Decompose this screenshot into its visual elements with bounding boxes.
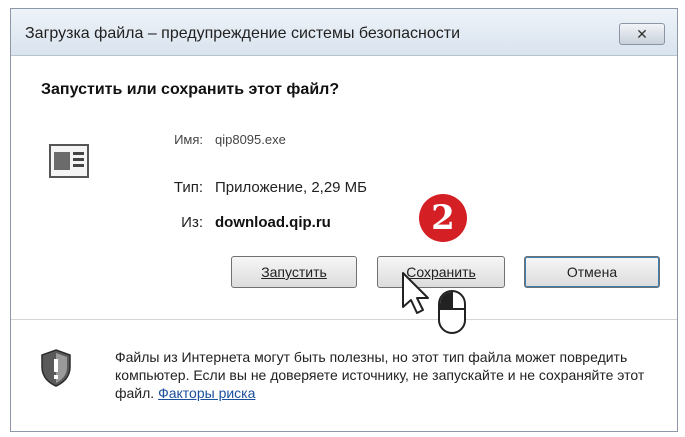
file-type-value: Приложение, 2,29 МБ (215, 179, 368, 196)
file-name-value: qip8095.exe (215, 132, 286, 147)
divider (11, 319, 677, 320)
file-source-label: Из: (181, 214, 203, 231)
application-file-icon (49, 144, 89, 178)
close-icon: ✕ (636, 25, 648, 42)
security-warning-dialog: Загрузка файла – предупреждение системы … (10, 8, 678, 432)
risk-factors-link[interactable]: Факторы риска (158, 385, 255, 401)
step-number-badge: 2 (419, 194, 467, 242)
security-warning-message: Файлы из Интернета могут быть полезны, н… (115, 348, 667, 402)
mouse-cursor-icon (402, 272, 466, 334)
run-button[interactable]: Запустить (231, 256, 357, 288)
file-type-label: Тип: (173, 179, 203, 196)
shield-warning-icon (41, 349, 71, 387)
file-source-value: download.qip.ru (215, 214, 331, 231)
dialog-question: Запустить или сохранить этот файл? (41, 81, 340, 98)
cancel-button[interactable]: Отмена (524, 256, 660, 288)
file-name-label: Имя: (174, 132, 203, 147)
run-button-label: Запустить (261, 264, 327, 280)
title-bar: Загрузка файла – предупреждение системы … (11, 9, 677, 56)
cancel-button-label: Отмена (566, 264, 618, 280)
close-button[interactable]: ✕ (619, 23, 665, 45)
window-title: Загрузка файла – предупреждение системы … (25, 25, 461, 42)
